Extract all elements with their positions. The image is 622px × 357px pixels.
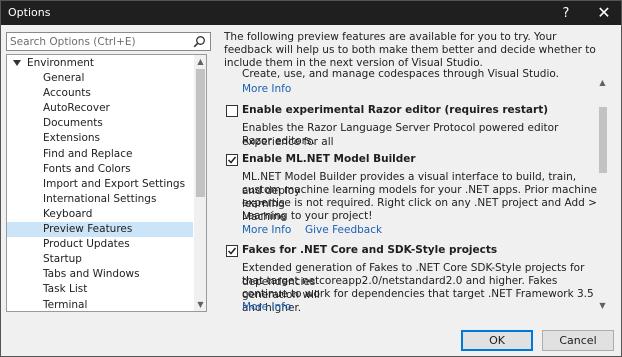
tree-item-label: Product Updates [43,238,130,251]
more-info-link[interactable]: More Info [242,224,291,237]
search-icon[interactable] [193,35,206,48]
tree-item-label: Import and Export Settings [43,177,186,190]
more-info-link[interactable]: More Info [242,301,291,314]
tree-item-task-list[interactable]: Task List [7,282,193,297]
cancel-button[interactable]: Cancel [542,330,614,351]
scroll-thumb[interactable] [599,107,607,173]
tree-item-label: Documents [43,117,103,130]
tree-item-extensions[interactable]: Extensions [7,131,193,146]
tree-item-label: Extensions [43,132,101,145]
scroll-up-icon[interactable]: ▲ [598,78,607,87]
intro-text: The following preview features are avail… [224,31,596,69]
tree-item-label: Accounts [43,87,91,100]
tree-item-documents[interactable]: Documents [7,116,193,131]
features-scrollbar[interactable]: ▲ ▼ [595,67,610,315]
tree-item-label: Find and Replace [43,147,133,160]
tree-item-environment[interactable]: Environment [7,56,193,71]
scroll-down-icon[interactable]: ▼ [196,300,205,309]
feature-description: Razor editors. [242,135,315,147]
expand-arrow-icon[interactable] [13,60,21,66]
tree-item-tabs-and-windows[interactable]: Tabs and Windows [7,267,193,282]
scroll-thumb[interactable] [196,69,205,197]
features-panel: Create, use, and manage codespaces throu… [223,67,613,315]
tree-item-label: Fonts and Colors [43,162,131,175]
tree-item-keyboard[interactable]: Keyboard [7,207,193,222]
tree-item-label: AutoRecover [43,102,110,115]
mlnet-checkbox[interactable] [226,154,238,166]
check-icon [227,247,237,255]
tree-item-label: Keyboard [43,207,93,220]
give-feedback-link[interactable]: Give Feedback [305,224,382,237]
tree-item-find-and-replace[interactable]: Find and Replace [7,147,193,162]
tree-item-label: Startup [43,253,82,266]
scroll-up-icon[interactable]: ▲ [196,57,205,66]
check-icon [227,156,237,164]
tree-item-autorecover[interactable]: AutoRecover [7,101,193,116]
tree-item-general[interactable]: General [7,71,193,86]
search-input[interactable] [10,34,190,49]
tree-item-label: Preview Features [43,223,133,235]
tree-item-accounts[interactable]: Accounts [7,86,193,101]
razor-editor-checkbox[interactable] [226,105,238,117]
tree-item-international-settings[interactable]: International Settings [7,192,193,207]
help-button[interactable]: ? [549,1,583,25]
tree-item-import-and-export-settings[interactable]: Import and Export Settings [7,177,193,192]
options-dialog: Options ? ✕ Environment General Accounts A… [0,0,622,357]
feature-title: Enable ML.NET Model Builder [242,153,416,165]
window-title: Options [8,6,51,19]
tree-item-label: Terminal [43,298,88,311]
title-bar[interactable]: Options ? ✕ [1,1,621,25]
tree-scrollbar[interactable]: ▲ ▼ [194,55,206,311]
tree-item-product-updates[interactable]: Product Updates [7,237,193,252]
more-info-link[interactable]: More Info [242,83,291,96]
tree-item-terminal[interactable]: Terminal [7,298,193,312]
feature-title: Enable experimental Razor editor (requir… [242,104,549,116]
options-tree[interactable]: Environment General Accounts AutoRecover Do… [6,54,207,312]
tree-item-label: Task List [43,283,88,296]
tree-item-label: Tabs and Windows [43,268,140,281]
scroll-down-icon[interactable]: ▼ [598,301,607,310]
feature-description: Learning to your project! [242,210,373,222]
tree-item-preview-features[interactable]: Preview Features [7,222,193,237]
search-box[interactable] [6,32,211,51]
tree-item-label: General [43,72,85,84]
tree-item-fonts-and-colors[interactable]: Fonts and Colors [7,162,193,177]
feature-description: continue to work for dependencies that t… [242,288,594,314]
fakes-checkbox[interactable] [226,245,238,257]
feature-title: Fakes for .NET Core and SDK-Style projec… [242,244,498,256]
tree-item-startup[interactable]: Startup [7,252,193,267]
tree-item-label: Environment [27,57,95,69]
feature-description: Create, use, and manage codespaces throu… [242,68,559,80]
close-button[interactable]: ✕ [587,1,621,25]
tree-item-label: International Settings [43,192,157,205]
ok-button[interactable]: OK [461,330,533,351]
